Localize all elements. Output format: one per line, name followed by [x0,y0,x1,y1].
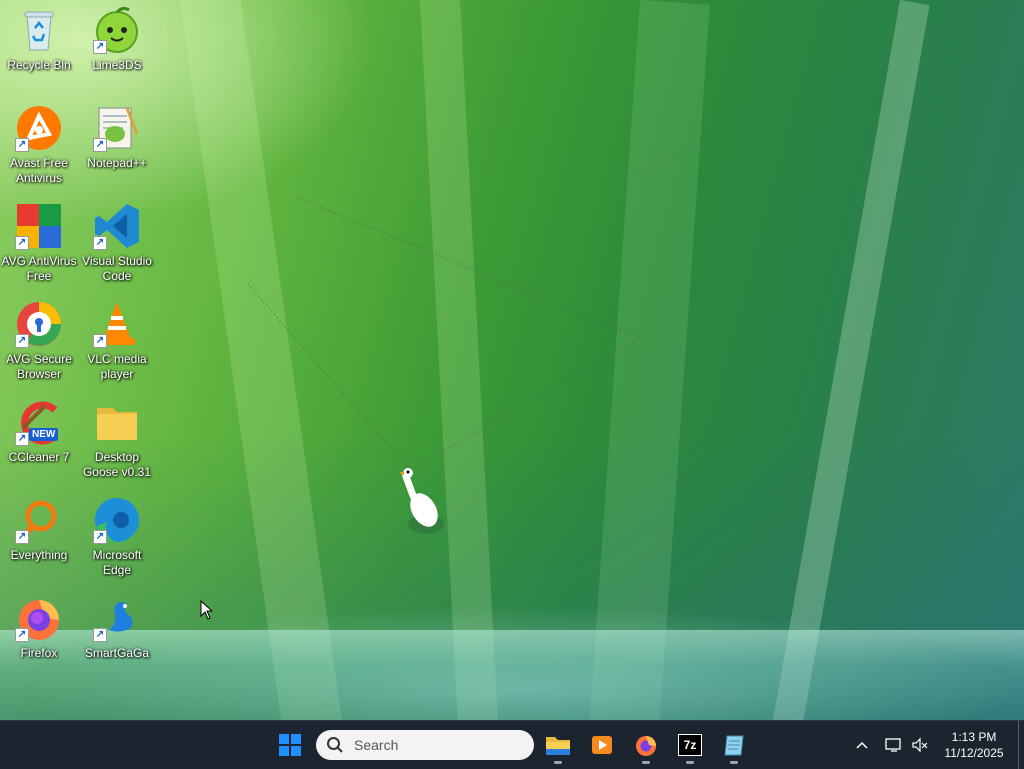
taskbar-notepad[interactable] [718,729,750,764]
notepad-icon [724,735,744,756]
smartgaga-icon: ↗ [93,594,141,642]
desktop-icon-lime3ds[interactable]: ↗ Lime3DS [78,6,156,73]
taskbar-clock[interactable]: 1:13 PM 11/12/2025 [935,729,1013,761]
desktop-icon-label: AVG AntiVirus Free [1,254,77,283]
file-explorer-icon [546,737,570,755]
desktop-icon-label: Microsoft Edge [92,548,142,577]
media-player-icon [592,736,612,754]
desktop-wallpaper[interactable]: Recycle Bin ↗ Avast Free Antivirus ↗ AVG… [0,0,1024,720]
shortcut-arrow-icon: ↗ [93,334,107,348]
desktop-icon-label: Desktop Goose v0.31 [82,450,152,479]
taskbar: Search 7z 1:13 PM 11/12/2025 [0,720,1024,769]
desktop-icon-label: Visual Studio Code [82,254,152,283]
shortcut-arrow-icon: ↗ [93,40,107,54]
everything-search-icon: ↗ [15,496,63,544]
desktop-icon-desktop-goose-folder[interactable]: Desktop Goose v0.31 [78,398,156,480]
avg-antivirus-icon: ↗ [15,202,63,250]
taskbar-media-player[interactable] [586,729,618,761]
desktop-icon-label: Avast Free Antivirus [10,156,68,185]
seven-zip-icon: 7z [678,734,702,756]
desktop-icon-avast[interactable]: ↗ Avast Free Antivirus [0,104,78,186]
shortcut-arrow-icon: ↗ [93,138,107,152]
edge-icon: ↗ [93,496,141,544]
shortcut-arrow-icon: ↗ [15,530,29,544]
firefox-icon [636,736,656,756]
new-badge: NEW [29,428,59,441]
shortcut-arrow-icon: ↗ [15,334,29,348]
shortcut-arrow-icon: ↗ [15,628,29,642]
search-placeholder: Search [354,737,399,753]
desktop-icon-label: Recycle Bin [7,58,71,72]
desktop-icon-vlc[interactable]: ↗ VLC media player [78,300,156,382]
desktop-icon-label: Firefox [20,646,58,660]
mouse-cursor-icon [200,600,214,620]
volume-button[interactable] [908,721,932,769]
taskbar-search-box[interactable]: Search [316,730,534,760]
tray-overflow-button[interactable] [850,721,874,769]
desktop-icon-ccleaner[interactable]: NEW ↗ CCleaner 7 [0,398,78,465]
network-status-button[interactable] [882,721,906,769]
volume-muted-icon [912,737,928,753]
ccleaner-icon: NEW ↗ [15,398,63,446]
taskbar-file-explorer[interactable] [542,729,574,764]
taskbar-firefox[interactable] [630,729,662,764]
shortcut-arrow-icon: ↗ [93,530,107,544]
firefox-icon: ↗ [15,594,63,642]
network-icon [885,738,901,752]
desktop-icon-microsoft-edge[interactable]: ↗ Microsoft Edge [78,496,156,578]
desktop-icon-firefox[interactable]: ↗ Firefox [0,594,78,661]
notepad-plus-plus-icon: ↗ [93,104,141,152]
start-button[interactable] [274,729,306,761]
vscode-icon: ↗ [93,202,141,250]
seven-zip-label: 7z [683,738,697,752]
clock-date: 11/12/2025 [944,746,1004,760]
desktop-icon-label: Everything [10,548,68,562]
folder-icon [93,398,141,446]
chevron-up-icon [856,741,868,749]
desktop-icon-everything[interactable]: ↗ Everything [0,496,78,563]
vlc-icon: ↗ [93,300,141,348]
windows-logo-icon [279,734,301,756]
avg-secure-browser-icon: ↗ [15,300,63,348]
shortcut-arrow-icon: ↗ [15,432,29,446]
desktop-icon-label: AVG Secure Browser [6,352,72,381]
taskbar-7zip[interactable]: 7z [674,729,706,764]
show-desktop-button[interactable] [1018,721,1024,769]
desktop-icon-label: Notepad++ [87,156,147,170]
desktop-icon-label: CCleaner 7 [8,450,70,464]
desktop-icon-label: VLC media player [87,352,147,381]
shortcut-arrow-icon: ↗ [93,236,107,250]
search-icon [327,737,343,753]
shortcut-arrow-icon: ↗ [15,236,29,250]
desktop-icon-vscode[interactable]: ↗ Visual Studio Code [78,202,156,284]
desktop-icon-notepad-plus-plus[interactable]: ↗ Notepad++ [78,104,156,171]
shortcut-arrow-icon: ↗ [93,628,107,642]
desktop-icon-avg-secure-browser[interactable]: ↗ AVG Secure Browser [0,300,78,382]
desktop-icon-recycle-bin[interactable]: Recycle Bin [0,6,78,73]
lime3ds-icon: ↗ [93,6,141,54]
avast-icon: ↗ [15,104,63,152]
desktop-icon-label: Lime3DS [92,58,142,72]
shortcut-arrow-icon: ↗ [15,138,29,152]
desktop-goose[interactable] [396,462,456,542]
desktop-icon-smartgaga[interactable]: ↗ SmartGaGa [78,594,156,661]
recycle-bin-icon [15,6,63,54]
desktop-icon-avg-antivirus[interactable]: ↗ AVG AntiVirus Free [0,202,78,284]
desktop-icon-label: SmartGaGa [84,646,150,660]
clock-time: 1:13 PM [951,730,997,744]
